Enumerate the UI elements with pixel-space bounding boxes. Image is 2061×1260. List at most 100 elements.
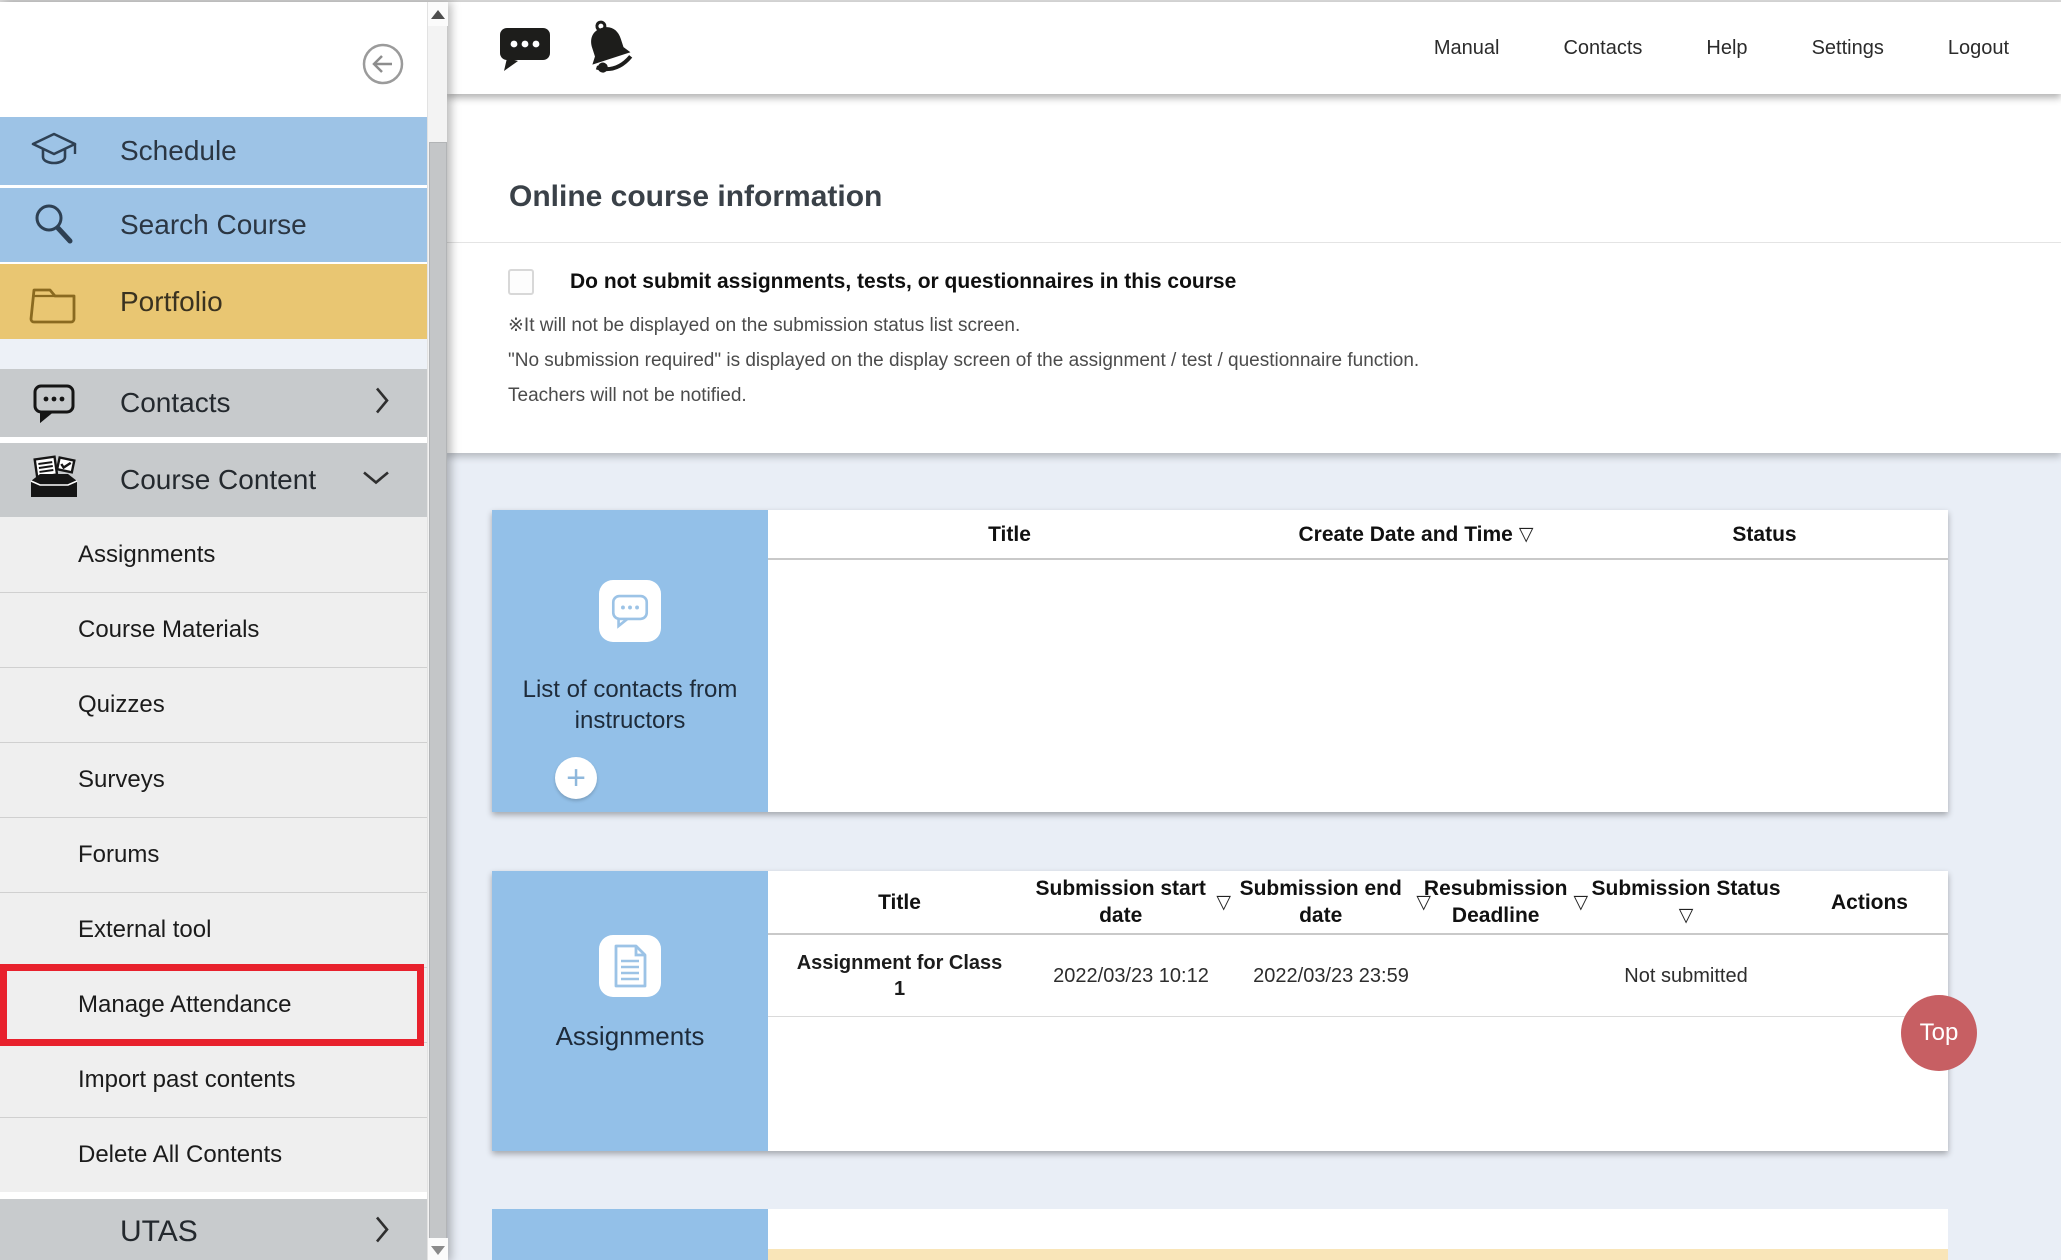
sidebar-item-label: Schedule — [120, 135, 237, 167]
column-header-submission-start: Submission start date▽ — [1031, 871, 1231, 933]
topbar-links: Manual Contacts Help Settings Logout — [1434, 2, 2009, 94]
sidebar-item-assignments[interactable]: Assignments — [0, 517, 427, 592]
sidebar-item-manage-attendance[interactable]: Manage Attendance — [0, 967, 427, 1042]
sidebar-collapse-button[interactable] — [361, 42, 405, 86]
no-submission-checkbox[interactable] — [508, 269, 534, 295]
sidebar-item-course-content[interactable]: Course Content — [0, 443, 427, 517]
sidebar-item-utas[interactable]: UTAS — [0, 1199, 427, 1260]
column-header-resubmission-deadline: Resubmission Deadline▽ — [1431, 871, 1581, 933]
sidebar-item-label: Course Content — [120, 464, 316, 496]
sidebar-gap — [0, 339, 427, 369]
link-help[interactable]: Help — [1706, 37, 1747, 60]
column-header-create-date: Create Date and Time▽ — [1251, 510, 1581, 558]
contacts-from-instructors-panel: List of contacts from instructors + Titl… — [492, 510, 1948, 812]
speech-bubble-icon — [599, 580, 661, 642]
sidebar-item-label: Search Course — [120, 209, 307, 241]
messages-button[interactable] — [495, 19, 555, 77]
contacts-panel-label: List of contacts from instructors — [514, 674, 746, 736]
sidebar-item-surveys[interactable]: Surveys — [0, 742, 427, 817]
chevron-right-icon — [373, 386, 391, 421]
assignments-table: Title Submission start date▽ Submission … — [768, 871, 1948, 1151]
sidebar-item-portfolio[interactable]: Portfolio — [0, 264, 427, 339]
contacts-table-header: Title Create Date and Time▽ Status — [768, 510, 1948, 560]
sidebar-scrollbar[interactable] — [427, 2, 447, 1260]
magnifier-icon — [26, 199, 82, 251]
divider — [447, 242, 2061, 243]
partial-header-strip — [768, 1209, 1948, 1249]
link-manual[interactable]: Manual — [1434, 37, 1500, 60]
folder-icon — [26, 279, 82, 325]
note-line: Teachers will not be notified. — [508, 385, 1419, 407]
sidebar-item-external-tool[interactable]: External tool — [0, 892, 427, 967]
link-contacts[interactable]: Contacts — [1563, 37, 1642, 60]
link-settings[interactable]: Settings — [1812, 37, 1884, 60]
assignment-title-cell[interactable]: Assignment for Class 1 — [768, 935, 1031, 1016]
no-submission-checkbox-label: Do not submit assignments, tests, or que… — [570, 270, 1236, 294]
scrollbar-thumb[interactable] — [429, 142, 447, 1246]
content-area: Online course information Do not submit … — [447, 94, 2061, 1260]
sidebar-item-delete-all-contents[interactable]: Delete All Contents — [0, 1117, 427, 1192]
column-header-title: Title — [768, 871, 1031, 933]
speech-bubble-icon — [26, 378, 82, 428]
document-icon — [599, 935, 661, 997]
note-line: ※It will not be displayed on the submiss… — [508, 314, 1419, 337]
scrollbar-up-button[interactable] — [428, 2, 448, 26]
sidebar-item-forums[interactable]: Forums — [0, 817, 427, 892]
contacts-table: Title Create Date and Time▽ Status — [768, 510, 1948, 812]
assignment-row[interactable]: Assignment for Class 1 2022/03/23 10:12 … — [768, 935, 1948, 1017]
assignment-resubmission-cell — [1431, 935, 1581, 1016]
partial-highlight-row — [768, 1249, 1948, 1260]
assignment-start-cell: 2022/03/23 10:12 — [1031, 935, 1231, 1016]
sidebar-item-contacts[interactable]: Contacts — [0, 369, 427, 437]
partial-bottom-panel — [492, 1209, 1948, 1260]
column-header-status: Status — [1581, 510, 1948, 558]
sidebar-item-schedule[interactable]: Schedule — [0, 117, 427, 185]
assignments-panel: Assignments Title Submission start date▽… — [492, 871, 1948, 1151]
page-title: Online course information — [509, 180, 882, 214]
bell-icon — [577, 17, 639, 79]
scroll-to-top-button[interactable]: Top — [1901, 995, 1977, 1071]
sidebar-item-quizzes[interactable]: Quizzes — [0, 667, 427, 742]
course-info-card: Online course information Do not submit … — [447, 94, 2061, 453]
link-logout[interactable]: Logout — [1948, 37, 2009, 60]
assignments-table-header: Title Submission start date▽ Submission … — [768, 871, 1948, 935]
back-arrow-icon — [361, 42, 405, 86]
assignments-panel-label: Assignments — [514, 1021, 746, 1052]
sidebar-item-import-past-contents[interactable]: Import past contents — [0, 1042, 427, 1117]
chevron-down-icon — [361, 469, 391, 492]
add-contact-button[interactable]: + — [555, 757, 597, 799]
assignments-panel-side: Assignments — [492, 871, 768, 1151]
column-header-title: Title — [768, 510, 1251, 558]
contacts-panel-side: List of contacts from instructors + — [492, 510, 768, 812]
triangle-down-icon — [431, 1246, 445, 1255]
partial-panel-body — [768, 1209, 1948, 1260]
sidebar-item-search-course[interactable]: Search Course — [0, 188, 427, 262]
column-header-submission-status: Submission Status▽ — [1581, 871, 1791, 933]
sidebar-item-label: Portfolio — [120, 286, 223, 318]
assignment-end-cell: 2022/03/23 23:59 — [1231, 935, 1431, 1016]
app-window: Schedule Search Course — [0, 0, 2061, 1260]
scrollbar-down-button[interactable] — [428, 1238, 448, 1260]
assignment-status-cell: Not submitted — [1581, 935, 1791, 1016]
topbar: Manual Contacts Help Settings Logout — [447, 2, 2061, 94]
sidebar-item-label: UTAS — [120, 1215, 198, 1249]
column-header-submission-end: Submission end date▽ — [1231, 871, 1431, 933]
sidebar-item-label: Contacts — [120, 387, 231, 419]
sidebar: Schedule Search Course — [0, 2, 447, 1260]
note-line: "No submission required" is displayed on… — [508, 350, 1419, 372]
sidebar-item-course-materials[interactable]: Course Materials — [0, 592, 427, 667]
column-header-actions: Actions — [1791, 871, 1948, 933]
sort-toggle[interactable]: ▽ — [1216, 889, 1231, 916]
triangle-up-icon — [431, 10, 445, 19]
graduation-cap-icon — [26, 127, 82, 175]
notifications-button[interactable] — [577, 17, 639, 79]
chevron-right-icon — [373, 1215, 391, 1250]
partial-panel-side — [492, 1209, 768, 1260]
speech-bubble-icon — [495, 19, 555, 77]
main-area: Manual Contacts Help Settings Logout Onl… — [447, 2, 2061, 1260]
sort-toggle[interactable]: ▽ — [1519, 521, 1534, 548]
notes: ※It will not be displayed on the submiss… — [508, 314, 1419, 420]
sort-toggle[interactable]: ▽ — [1591, 902, 1780, 929]
course-content-submenu: Assignments Course Materials Quizzes Sur… — [0, 517, 427, 1192]
sidebar-header — [0, 2, 427, 117]
